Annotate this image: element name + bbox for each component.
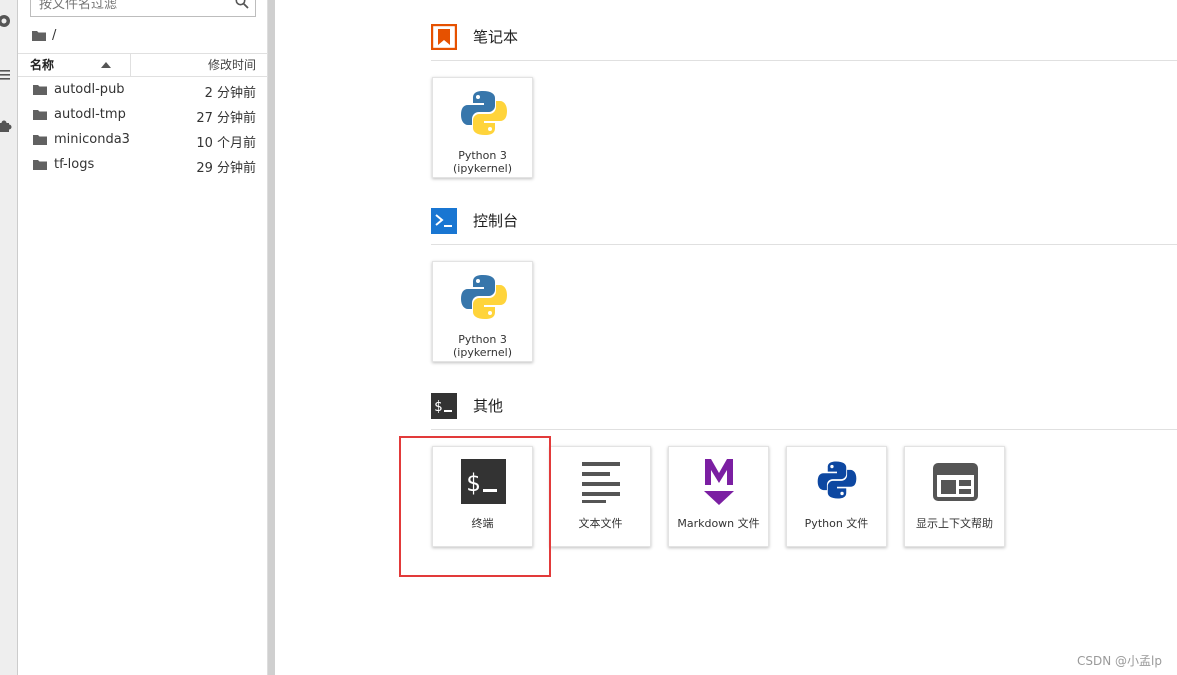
folder-icon: [33, 110, 47, 120]
card-label: 终端: [471, 517, 494, 530]
file-row[interactable]: autodl-pub 2 分钟前: [18, 78, 268, 103]
terminal-icon: $: [461, 459, 506, 504]
file-list-header: 名称 修改时间: [18, 53, 268, 77]
extension-icon[interactable]: [0, 120, 12, 134]
console-python3-card[interactable]: Python 3 (ipykernel): [432, 261, 533, 362]
markdown-icon: [704, 459, 734, 505]
kernel-name: Python 3: [458, 333, 507, 346]
kernel-name: Python 3: [458, 149, 507, 162]
folder-icon[interactable]: [32, 30, 46, 41]
folder-icon: [33, 85, 47, 95]
python-icon: [461, 275, 507, 319]
file-modified: 27 分钟前: [196, 111, 256, 126]
file-name: autodl-pub: [54, 82, 125, 97]
file-modified: 29 分钟前: [196, 161, 256, 176]
section-other-header: $ 其他: [431, 390, 1177, 430]
filter-input[interactable]: [31, 0, 221, 16]
card-label: Python 文件: [804, 517, 869, 530]
file-browser: / 名称 修改时间 autodl-pub 2 分钟前 autodl-tmp 27…: [18, 0, 268, 675]
text-file-card[interactable]: 文本文件: [550, 446, 651, 547]
context-help-icon: [933, 463, 978, 501]
folder-icon: [33, 160, 47, 170]
modified-column-header[interactable]: 修改时间: [208, 54, 256, 76]
card-label: Markdown 文件: [677, 517, 760, 530]
file-row[interactable]: tf-logs 29 分钟前: [18, 153, 268, 178]
panel-splitter[interactable]: [268, 0, 275, 675]
python-file-card[interactable]: Python 文件: [786, 446, 887, 547]
card-label: Python 3 (ipykernel): [433, 333, 532, 359]
breadcrumb-root[interactable]: /: [52, 28, 56, 43]
activity-bar: [0, 0, 18, 675]
python-icon: [461, 91, 507, 135]
name-column-label: 名称: [30, 58, 55, 72]
watermark: CSDN @小孟lp: [1077, 654, 1162, 668]
text-file-icon: [582, 462, 620, 503]
file-row[interactable]: miniconda3 10 个月前: [18, 128, 268, 153]
section-console-header: 控制台: [431, 205, 1177, 245]
svg-text:$: $: [434, 399, 442, 415]
terminal-icon: $: [431, 393, 457, 419]
file-name: miniconda3: [54, 132, 130, 147]
file-name: tf-logs: [54, 157, 95, 172]
breadcrumb: /: [32, 27, 56, 43]
file-modified: 10 个月前: [196, 136, 256, 151]
section-title: 其他: [473, 397, 504, 415]
launcher: 笔记本 Python 3 (ipykernel) 控制台 Python 3 (i…: [275, 0, 1177, 675]
notebook-python3-card[interactable]: Python 3 (ipykernel): [432, 77, 533, 178]
card-label: 文本文件: [578, 517, 623, 530]
python-file-icon: [817, 461, 857, 499]
section-title: 笔记本: [473, 28, 519, 46]
running-icon[interactable]: [0, 14, 12, 28]
file-modified: 2 分钟前: [204, 86, 256, 101]
file-name: autodl-tmp: [54, 107, 126, 122]
folder-icon: [33, 135, 47, 145]
markdown-file-card[interactable]: Markdown 文件: [668, 446, 769, 547]
search-icon[interactable]: [235, 0, 249, 9]
terminal-card[interactable]: $ 终端: [432, 446, 533, 547]
name-column-header[interactable]: 名称: [18, 54, 131, 76]
card-label: Python 3 (ipykernel): [433, 149, 532, 175]
console-icon: [431, 208, 457, 234]
notebook-icon: [431, 24, 457, 50]
kernel-spec: (ipykernel): [452, 346, 512, 359]
context-help-card[interactable]: 显示上下文帮助: [904, 446, 1005, 547]
section-title: 控制台: [473, 212, 519, 230]
kernel-spec: (ipykernel): [452, 162, 512, 175]
filter-box[interactable]: [30, 0, 256, 17]
card-label: 显示上下文帮助: [916, 517, 993, 530]
toc-icon[interactable]: [0, 68, 12, 82]
svg-text:$: $: [466, 469, 480, 497]
file-row[interactable]: autodl-tmp 27 分钟前: [18, 103, 268, 128]
section-notebook-header: 笔记本: [431, 21, 1177, 61]
sort-ascending-icon: [101, 62, 111, 68]
